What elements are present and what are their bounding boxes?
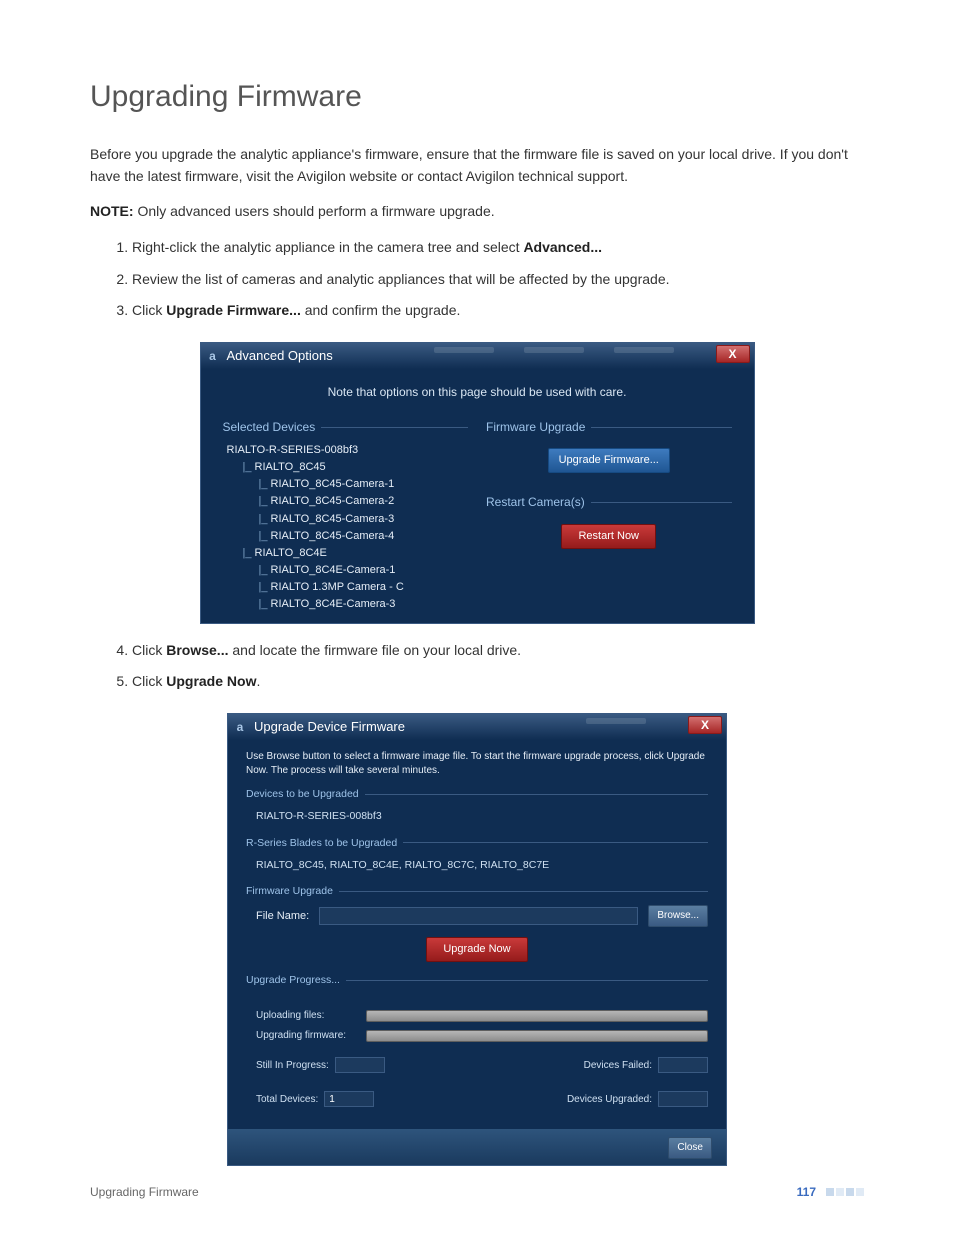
restart-now-button[interactable]: Restart Now xyxy=(561,524,656,549)
uploading-files-label: Uploading files: xyxy=(256,1008,356,1024)
total-devices-value: 1 xyxy=(324,1091,374,1107)
browse-button[interactable]: Browse... xyxy=(648,905,708,927)
upgrading-firmware-label: Upgrading firmware: xyxy=(256,1028,356,1044)
file-name-label: File Name: xyxy=(256,908,309,925)
advanced-options-dialog: a Advanced Options X Note that options o… xyxy=(200,342,755,624)
app-icon: a xyxy=(205,348,221,364)
note-label: NOTE: xyxy=(90,203,134,219)
devices-to-upgrade-title: Devices to be Upgraded xyxy=(246,786,708,802)
tree-node[interactable]: |_RIALTO_8C45-Camera-3 xyxy=(259,511,469,528)
ghost-decoration xyxy=(434,347,674,353)
still-in-progress-value xyxy=(335,1057,385,1073)
dialog-care-note: Note that options on this page should be… xyxy=(223,383,732,402)
step-3: Click Upgrade Firmware... and confirm th… xyxy=(132,300,864,322)
tree-node[interactable]: |_RIALTO_8C45-Camera-4 xyxy=(259,528,469,545)
uploading-files-progress xyxy=(366,1010,708,1022)
window-close-button[interactable]: X xyxy=(688,716,722,734)
devices-upgraded-value xyxy=(658,1091,708,1107)
upgrade-progress-title: Upgrade Progress... xyxy=(246,972,708,988)
tree-node[interactable]: |_RIALTO_8C45-Camera-2 xyxy=(259,493,469,510)
note-text: Only advanced users should perform a fir… xyxy=(134,203,495,219)
upgrade-firmware-button[interactable]: Upgrade Firmware... xyxy=(548,448,670,473)
ghost-decoration xyxy=(586,718,646,724)
page-heading: Upgrading Firmware xyxy=(90,80,864,114)
total-devices-label: Total Devices: xyxy=(256,1092,318,1108)
selected-devices-title: Selected Devices xyxy=(223,418,469,437)
page-number: 117 xyxy=(797,1185,816,1199)
step-1: Right-click the analytic appliance in th… xyxy=(132,237,864,259)
step-5: Click Upgrade Now. xyxy=(132,671,864,693)
window-close-button[interactable]: X xyxy=(716,345,750,363)
page-footer: Upgrading Firmware 117 xyxy=(90,1185,864,1199)
dialog-title: Upgrade Device Firmware xyxy=(254,717,405,737)
rseries-blades-title: R-Series Blades to be Upgraded xyxy=(246,835,708,851)
tree-node[interactable]: |_RIALTO_8C45 xyxy=(243,459,469,476)
note-paragraph: NOTE: Only advanced users should perform… xyxy=(90,201,864,223)
file-name-input[interactable] xyxy=(319,907,638,925)
footer-section-title: Upgrading Firmware xyxy=(90,1185,199,1199)
step-4: Click Browse... and locate the firmware … xyxy=(132,640,864,662)
devices-to-upgrade-value: RIALTO-R-SERIES-008bf3 xyxy=(246,808,708,824)
upgrading-firmware-progress xyxy=(366,1030,708,1042)
still-in-progress-label: Still In Progress: xyxy=(256,1058,329,1074)
upgrade-device-firmware-dialog: a Upgrade Device Firmware X Use Browse b… xyxy=(227,713,727,1166)
tree-node[interactable]: |_RIALTO 1.3MP Camera - C xyxy=(259,579,469,596)
footer-squares-icon xyxy=(826,1188,864,1196)
devices-failed-value xyxy=(658,1057,708,1073)
instruction-text: Use Browse button to select a firmware i… xyxy=(246,750,708,778)
tree-node[interactable]: |_RIALTO_8C4E-Camera-3 xyxy=(259,596,469,613)
tree-node[interactable]: |_RIALTO_8C4E-Camera-1 xyxy=(259,562,469,579)
devices-failed-label: Devices Failed: xyxy=(584,1058,652,1074)
tree-node[interactable]: |_RIALTO_8C45-Camera-1 xyxy=(259,476,469,493)
restart-cameras-title: Restart Camera(s) xyxy=(486,493,732,512)
upgrade-now-button[interactable]: Upgrade Now xyxy=(426,937,527,962)
tree-node-root[interactable]: RIALTO-R-SERIES-008bf3 xyxy=(227,442,469,459)
firmware-upgrade-title: Firmware Upgrade xyxy=(246,883,708,899)
dialog-titlebar[interactable]: a Advanced Options X xyxy=(201,343,754,369)
tree-node[interactable]: |_RIALTO_8C4E xyxy=(243,545,469,562)
intro-paragraph: Before you upgrade the analytic applianc… xyxy=(90,144,864,187)
dialog-title: Advanced Options xyxy=(227,346,333,366)
devices-upgraded-label: Devices Upgraded: xyxy=(567,1092,652,1108)
rseries-blades-value: RIALTO_8C45, RIALTO_8C4E, RIALTO_8C7C, R… xyxy=(246,857,708,873)
step-2: Review the list of cameras and analytic … xyxy=(132,269,864,291)
firmware-upgrade-title: Firmware Upgrade xyxy=(486,418,732,437)
app-icon: a xyxy=(232,719,248,735)
dialog-titlebar[interactable]: a Upgrade Device Firmware X xyxy=(228,714,726,740)
device-tree[interactable]: RIALTO-R-SERIES-008bf3 |_RIALTO_8C45 |_R… xyxy=(227,442,469,612)
close-button[interactable]: Close xyxy=(668,1137,712,1159)
